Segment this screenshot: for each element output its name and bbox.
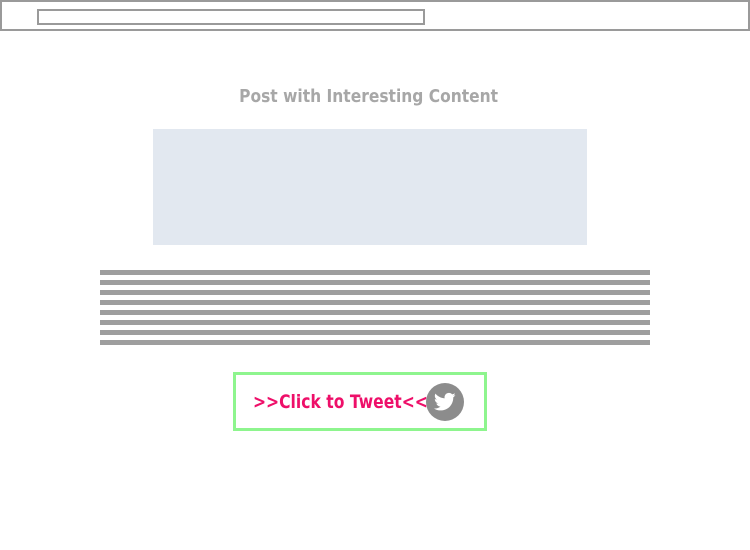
text-line <box>100 300 650 305</box>
body-text-placeholder <box>100 270 650 350</box>
text-line <box>100 330 650 335</box>
click-to-tweet-label: >>Click to Tweet<< <box>253 391 428 413</box>
post-title: Post with Interesting Content <box>239 86 499 107</box>
text-line <box>100 340 650 345</box>
text-line <box>100 270 650 275</box>
text-line <box>100 310 650 315</box>
text-line <box>100 280 650 285</box>
text-line <box>100 290 650 295</box>
click-to-tweet-button[interactable]: >>Click to Tweet<< <box>233 372 487 431</box>
twitter-bird-icon <box>426 383 464 421</box>
address-bar[interactable] <box>37 9 425 25</box>
text-line <box>100 320 650 325</box>
image-placeholder <box>153 129 587 245</box>
browser-toolbar <box>0 0 750 31</box>
